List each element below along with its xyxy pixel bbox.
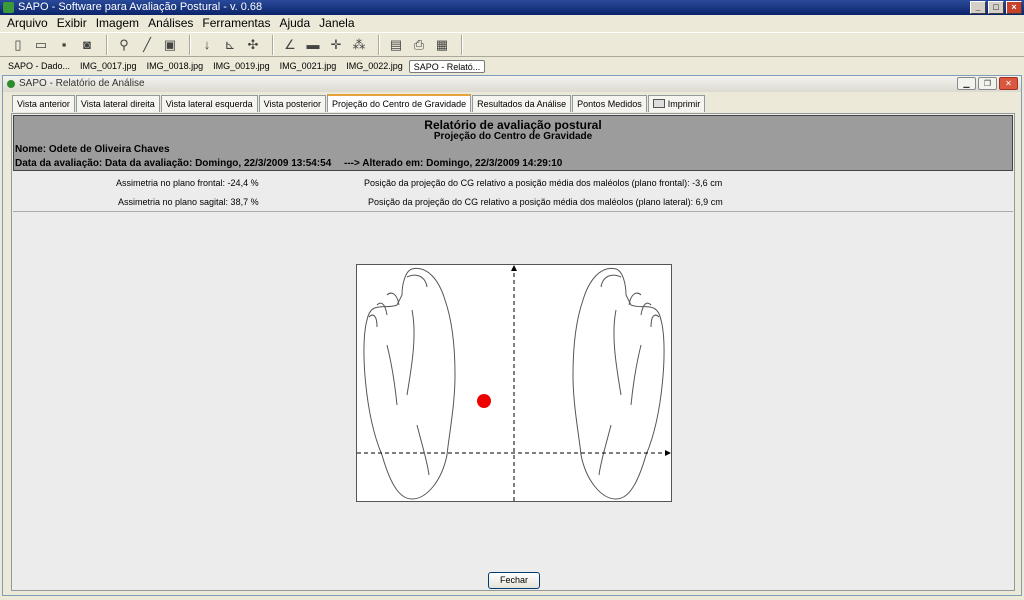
tab-imprimir[interactable]: Imprimir — [647, 95, 706, 112]
toolbar-separator — [189, 34, 191, 55]
tab-imprimir-label: Imprimir — [667, 99, 701, 109]
axes-icon[interactable]: ⊾ — [220, 35, 240, 55]
report-window: SAPO - Relatório de Análise ▁ ❐ ✕ Vista … — [2, 75, 1022, 596]
tab-vista-anterior[interactable]: Vista anterior — [12, 95, 75, 112]
maximize-icon[interactable]: □ — [988, 1, 1004, 14]
report-footer: Fechar — [11, 565, 1015, 593]
altered-date: ---> Alterado em: Domingo, 22/3/2009 14:… — [344, 158, 563, 169]
minimize-icon[interactable]: _ — [970, 1, 986, 14]
document-tabs: SAPO - Dado... IMG_0017.jpg IMG_0018.jpg… — [0, 58, 1024, 74]
menu-arquivo[interactable]: Arquivo — [4, 15, 54, 32]
report-stats: Assimetria no plano frontal: -24,4 % Pos… — [13, 173, 1013, 212]
cg-position-lateral: Posição da projeção do CG relativo a pos… — [368, 197, 723, 207]
app-icon — [3, 2, 14, 13]
zoom-icon[interactable]: ⚲ — [114, 35, 134, 55]
report-tabs: Vista anterior Vista lateral direita Vis… — [12, 94, 706, 112]
tab-projecao-cg[interactable]: Projeção do Centro de Gravidade — [327, 94, 472, 112]
toolbar-separator — [461, 34, 463, 55]
tab-vista-lateral-esquerda[interactable]: Vista lateral esquerda — [160, 95, 258, 112]
asymmetry-sagittal: Assimetria no plano sagital: 38,7 % — [118, 197, 259, 207]
report-icon[interactable]: ▤ — [386, 35, 406, 55]
horizontal-axis-arrow — [665, 450, 671, 456]
move-icon[interactable]: ✛ — [326, 35, 346, 55]
angle-icon[interactable]: ∠ — [280, 35, 300, 55]
toolbar-separator — [378, 34, 380, 55]
cg-point — [477, 394, 491, 408]
restore-icon[interactable]: ❐ — [978, 77, 997, 90]
sapo-icon — [7, 80, 15, 88]
report-panel: Relatório de avaliação postural Projeção… — [11, 113, 1015, 591]
tab-resultados[interactable]: Resultados da Análise — [472, 95, 572, 112]
patient-name: Nome: Odete de Oliveira Chaves — [15, 144, 170, 155]
menu-ajuda[interactable]: Ajuda — [276, 15, 316, 32]
window-title: SAPO - Software para Avaliação Postural … — [18, 1, 263, 13]
left-foot-outline — [363, 267, 456, 500]
new-document-icon[interactable]: ▯ — [8, 35, 28, 55]
point-marker-icon[interactable]: ✣ — [243, 35, 263, 55]
pencil-icon[interactable]: ╱ — [137, 35, 157, 55]
report-header: Relatório de avaliação postural Projeção… — [13, 115, 1013, 171]
toolbar: ▯ ▭ ▪ ◙ ⚲ ╱ ▣ ↓ ⊾ ✣ ∠ ▬ ✛ ⁂ ▤ ⎙ ▦ — [0, 32, 1024, 57]
window-titlebar: SAPO - Software para Avaliação Postural … — [0, 0, 1024, 15]
tab-pontos-medidos[interactable]: Pontos Medidos — [572, 95, 647, 112]
menubar: Arquivo Exibir Imagem Análises Ferrament… — [0, 15, 1024, 32]
vertical-axis-arrow — [511, 265, 517, 271]
menu-janela[interactable]: Janela — [316, 15, 360, 32]
report-title: Relatório de avaliação postural — [424, 118, 602, 132]
doc-tab-img-0022[interactable]: IMG_0022.jpg — [342, 60, 407, 73]
points-icon[interactable]: ⁂ — [349, 35, 369, 55]
print-icon[interactable]: ⎙ — [409, 35, 429, 55]
tab-vista-posterior[interactable]: Vista posterior — [258, 95, 327, 112]
report-window-title: SAPO - Relatório de Análise — [19, 78, 145, 89]
menu-analises[interactable]: Análises — [145, 15, 199, 32]
cg-projection-figure — [356, 264, 672, 502]
close-button[interactable]: Fechar — [488, 572, 540, 589]
doc-tab-img-0017[interactable]: IMG_0017.jpg — [76, 60, 141, 73]
doc-tab-relatorio[interactable]: SAPO - Relató... — [408, 59, 486, 73]
tab-vista-lateral-direita[interactable]: Vista lateral direita — [75, 95, 160, 112]
report-window-titlebar: SAPO - Relatório de Análise ▁ ❐ ✕ — [3, 76, 1021, 92]
open-folder-icon[interactable]: ▭ — [31, 35, 51, 55]
doc-tab-img-0021[interactable]: IMG_0021.jpg — [276, 60, 341, 73]
vertical-line-icon[interactable]: ↓ — [197, 35, 217, 55]
toolbar-separator — [272, 34, 274, 55]
doc-tab-img-0019[interactable]: IMG_0019.jpg — [209, 60, 274, 73]
printer-icon — [652, 99, 665, 108]
crop-icon[interactable]: ▣ — [160, 35, 180, 55]
feet-diagram — [357, 265, 671, 501]
right-foot-outline — [572, 267, 665, 500]
toolbar-separator — [106, 34, 108, 55]
minimize-icon[interactable]: ▁ — [957, 77, 976, 90]
menu-ferramentas[interactable]: Ferramentas — [199, 15, 276, 32]
report-subtitle: Projeção do Centro de Gravidade — [433, 131, 593, 142]
doc-tab-dados[interactable]: SAPO - Dado... — [4, 60, 74, 73]
camera-icon[interactable]: ◙ — [77, 35, 97, 55]
doc-tab-img-0018[interactable]: IMG_0018.jpg — [143, 60, 208, 73]
close-icon[interactable]: ✕ — [999, 77, 1018, 90]
export-excel-icon[interactable]: ▦ — [432, 35, 452, 55]
evaluation-date: Data da avaliação: Data da avaliação: Do… — [15, 158, 332, 169]
cg-position-frontal: Posição da projeção do CG relativo a pos… — [364, 178, 723, 188]
close-icon[interactable]: × — [1006, 1, 1022, 14]
asymmetry-frontal: Assimetria no plano frontal: -24,4 % — [116, 178, 259, 188]
save-icon[interactable]: ▪ — [54, 35, 74, 55]
menu-imagem[interactable]: Imagem — [93, 15, 145, 32]
menu-exibir[interactable]: Exibir — [54, 15, 93, 32]
ruler-icon[interactable]: ▬ — [303, 35, 323, 55]
